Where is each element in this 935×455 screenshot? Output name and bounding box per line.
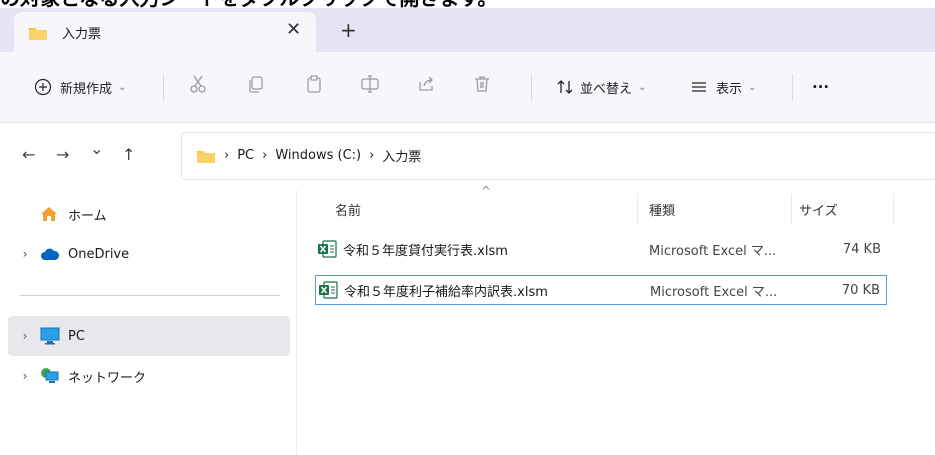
back-arrow-icon[interactable]: ← [22, 145, 35, 164]
delete-icon[interactable] [470, 74, 494, 98]
column-divider [791, 194, 792, 224]
expand-chevron-icon[interactable]: › [14, 247, 36, 261]
breadcrumb-current-folder[interactable]: 入力票 [382, 146, 421, 165]
more-options-button[interactable]: ··· [812, 74, 829, 100]
view-list-icon [692, 82, 706, 92]
toolbar-divider [163, 74, 164, 100]
column-header-type[interactable]: 種類 [649, 200, 675, 219]
column-divider [893, 194, 894, 224]
sidebar-item-label: PC [68, 328, 85, 344]
sort-icon [557, 80, 573, 94]
forward-arrow-icon[interactable]: → [56, 145, 69, 164]
close-tab-icon[interactable]: ✕ [286, 19, 301, 40]
command-bar: 新規作成 ⌄ 並べ替え ⌄ 表示 ⌄ ··· [0, 52, 935, 123]
column-header-size[interactable]: サイズ [799, 200, 838, 219]
share-icon[interactable] [414, 74, 438, 98]
new-button[interactable]: 新規作成 ⌄ [34, 74, 126, 100]
file-row-selected[interactable]: 令和５年度利子補給率内訳表.xlsm Microsoft Excel マ... … [315, 275, 887, 305]
cloud-icon [40, 247, 62, 261]
home-icon [40, 206, 62, 222]
plus-circle-icon [34, 78, 52, 96]
rename-icon[interactable] [358, 74, 382, 98]
file-list: ^ 名前 種類 サイズ 令和５年度貸付実行表.xlsm Microsoft Ex… [297, 184, 935, 455]
folder-icon [197, 150, 215, 163]
sidebar-item-label: OneDrive [68, 246, 130, 262]
sidebar-item-label: ホーム [68, 208, 107, 224]
chevron-down-icon: ⌄ [748, 81, 757, 93]
cut-icon[interactable] [186, 74, 210, 98]
monitor-icon [40, 327, 62, 345]
file-type: Microsoft Excel マ... [650, 284, 778, 300]
file-row[interactable]: 令和５年度貸付実行表.xlsm Microsoft Excel マ... 74 … [315, 234, 887, 264]
toolbar-divider [792, 74, 793, 100]
new-button-label: 新規作成 [60, 81, 113, 97]
address-bar[interactable]: › PC › Windows (C:) › 入力票 [181, 132, 935, 180]
breadcrumb-separator: › [224, 148, 230, 163]
view-button[interactable]: 表示 ⌄ [690, 74, 756, 100]
expand-chevron-icon[interactable]: › [14, 329, 36, 343]
up-arrow-icon[interactable]: ↑ [122, 145, 135, 164]
breadcrumb-separator: › [262, 148, 268, 163]
view-button-label: 表示 [716, 81, 743, 97]
instruction-caption: の対象となる入力シートをダブルクリックで開きます。 [0, 0, 497, 8]
paste-icon[interactable] [302, 74, 326, 98]
chevron-down-icon: ⌄ [638, 81, 647, 93]
sort-button[interactable]: 並べ替え ⌄ [556, 74, 646, 100]
sidebar-item-label: ネットワーク [68, 370, 147, 386]
folder-icon [29, 28, 47, 40]
tab-title: 入力票 [62, 27, 102, 42]
file-size: 74 KB [842, 241, 881, 257]
excel-file-icon [317, 240, 337, 258]
network-icon [40, 367, 62, 385]
sort-button-label: 並べ替え [580, 81, 633, 97]
sidebar-item-network[interactable]: › ネットワーク [8, 356, 290, 396]
file-size: 70 KB [841, 282, 880, 298]
sidebar-item-home[interactable]: ホーム [8, 194, 290, 234]
column-header-name[interactable]: 名前 [335, 200, 361, 219]
navigation-pane: ホーム › OneDrive › PC › ネットワーク [0, 190, 296, 455]
breadcrumb-pc[interactable]: PC [237, 148, 254, 163]
breadcrumb-separator: › [369, 148, 375, 163]
breadcrumb: › PC › Windows (C:) › 入力票 [196, 146, 421, 165]
chevron-down-icon: ⌄ [118, 81, 127, 93]
toolbar-divider [531, 74, 532, 100]
sort-ascending-icon: ^ [481, 184, 492, 198]
new-tab-button[interactable]: + [340, 18, 357, 42]
address-row: ← → ⌄ ↑ › PC › Windows (C:) › 入力票 [0, 123, 935, 189]
sidebar-divider [20, 295, 280, 296]
recent-locations-icon[interactable]: ⌄ [90, 139, 103, 158]
sidebar-item-pc[interactable]: › PC [8, 316, 290, 356]
file-name: 令和５年度貸付実行表.xlsm [343, 243, 508, 259]
file-type: Microsoft Excel マ... [649, 243, 777, 259]
tab-bar: 入力票 ✕ + [0, 8, 935, 52]
sidebar-item-onedrive[interactable]: › OneDrive [8, 234, 290, 274]
excel-file-icon [318, 281, 338, 299]
column-divider [637, 194, 638, 224]
breadcrumb-windows-c[interactable]: Windows (C:) [275, 148, 361, 163]
expand-chevron-icon[interactable]: › [14, 369, 36, 383]
file-name: 令和５年度利子補給率内訳表.xlsm [344, 284, 548, 300]
copy-icon[interactable] [244, 74, 268, 98]
tab-current-folder[interactable]: 入力票 ✕ [14, 12, 316, 52]
